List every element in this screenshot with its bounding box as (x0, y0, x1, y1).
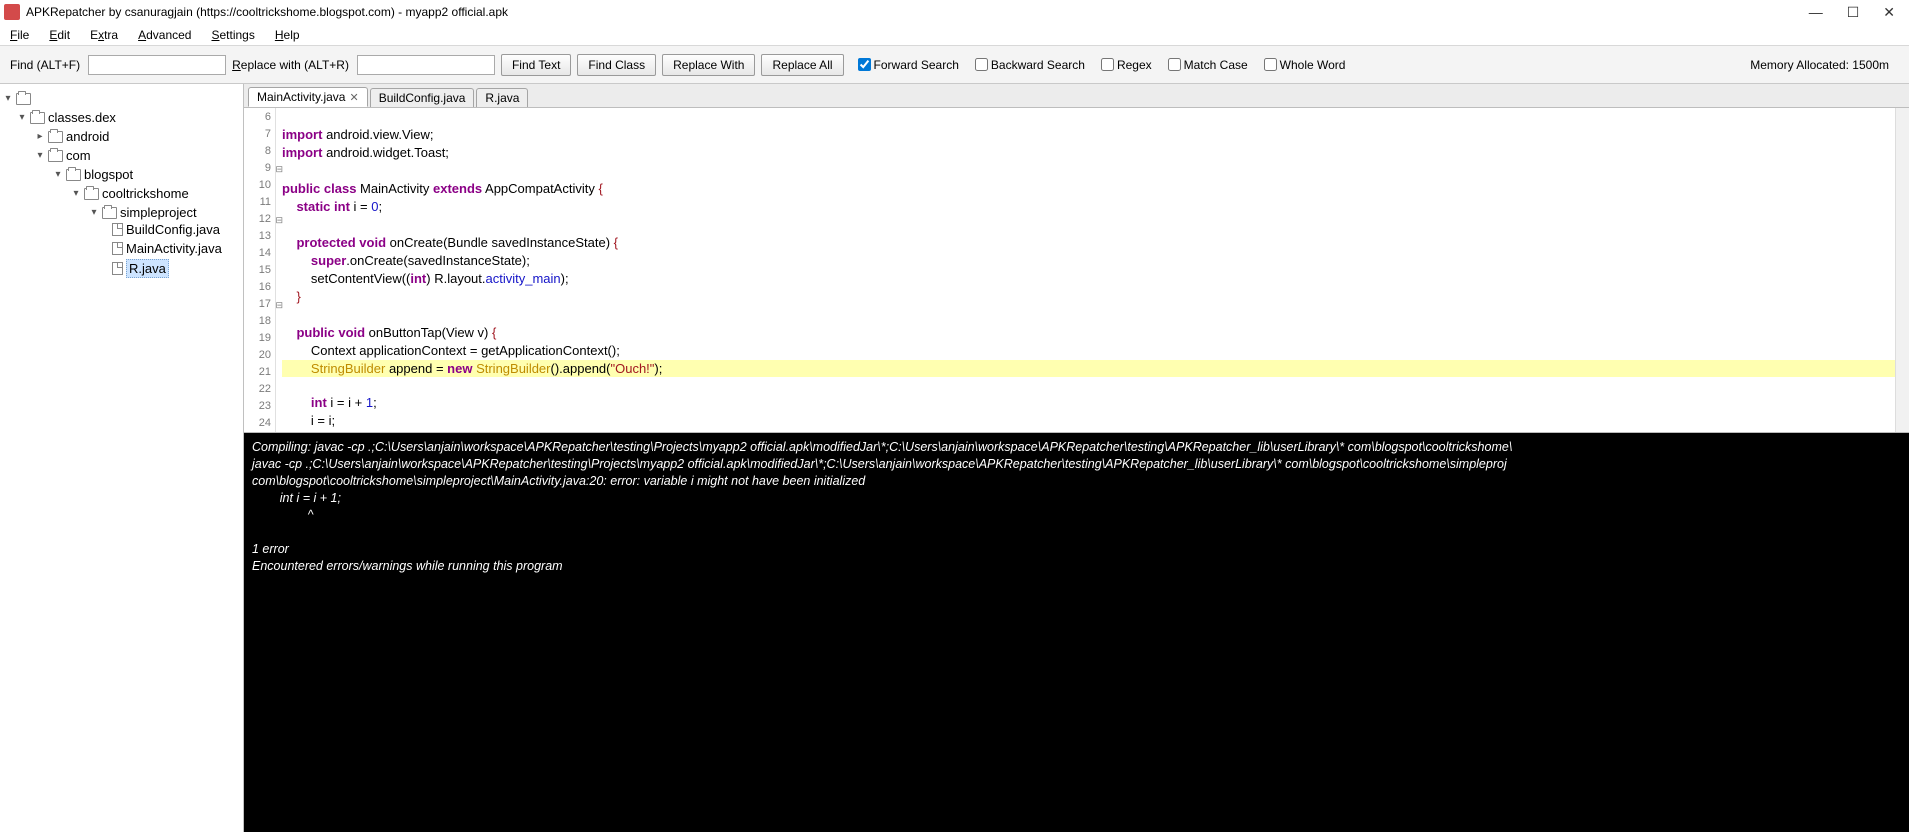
menu-advanced[interactable]: Advanced (134, 26, 195, 44)
scrollbar[interactable] (1895, 108, 1909, 432)
console-output[interactable]: Compiling: javac -cp .;C:\Users\anjain\w… (244, 433, 1909, 832)
tree-node-android[interactable]: ▸android (32, 128, 109, 145)
tab-r-java[interactable]: R.java (476, 88, 528, 107)
tree-node-com[interactable]: ▾com (32, 147, 91, 164)
tree-node-classes-dex[interactable]: ▾classes.dex (14, 109, 116, 126)
file-icon (112, 242, 123, 255)
code-area[interactable]: import android.view.View; import android… (276, 108, 1895, 432)
folder-icon (84, 188, 99, 200)
line-gutter: 6789101112131415161718192021222324 (244, 108, 276, 432)
replace-with-button[interactable]: Replace With (662, 54, 755, 76)
editor-pane: MainActivity.java✕ BuildConfig.java R.ja… (244, 84, 1909, 832)
workspace: ▾ ▾classes.dex ▸android ▾com ▾blogspot ▾… (0, 84, 1909, 832)
folder-icon (102, 207, 117, 219)
tree-file-buildconfig[interactable]: BuildConfig.java (110, 221, 220, 238)
find-class-button[interactable]: Find Class (577, 54, 656, 76)
menu-edit[interactable]: Edit (45, 26, 74, 44)
tree-file-r-java[interactable]: R.java (110, 259, 169, 278)
folder-icon (30, 112, 45, 124)
menu-extra[interactable]: Extra (86, 26, 122, 44)
memory-label: Memory Allocated: 1500m (1750, 58, 1899, 72)
file-icon (112, 262, 123, 275)
tree-node-simpleproject[interactable]: ▾simpleproject (86, 204, 197, 221)
find-text-button[interactable]: Find Text (501, 54, 571, 76)
window-controls: — ☐ ✕ (1809, 4, 1905, 21)
match-case-checkbox[interactable]: Match Case (1168, 58, 1248, 72)
tab-mainactivity[interactable]: MainActivity.java✕ (248, 87, 368, 107)
tree-node-blogspot[interactable]: ▾blogspot (50, 166, 133, 183)
find-label: Find (ALT+F) (10, 58, 80, 72)
editor-tabs: MainActivity.java✕ BuildConfig.java R.ja… (244, 84, 1909, 108)
find-toolbar: Find (ALT+F) Replace with (ALT+R) Find T… (0, 46, 1909, 84)
replace-all-button[interactable]: Replace All (761, 54, 843, 76)
tree-node-cooltrickshome[interactable]: ▾cooltrickshome (68, 185, 189, 202)
backward-search-checkbox[interactable]: Backward Search (975, 58, 1085, 72)
whole-word-checkbox[interactable]: Whole Word (1264, 58, 1346, 72)
project-tree[interactable]: ▾ ▾classes.dex ▸android ▾com ▾blogspot ▾… (0, 84, 244, 832)
find-input[interactable] (88, 55, 226, 75)
folder-icon (48, 150, 63, 162)
replace-input[interactable] (357, 55, 495, 75)
title-bar: APKRepatcher by csanuragjain (https://co… (0, 0, 1909, 24)
folder-icon (48, 131, 63, 143)
regex-checkbox[interactable]: Regex (1101, 58, 1152, 72)
menu-file[interactable]: File (6, 26, 33, 44)
forward-search-checkbox[interactable]: Forward Search (858, 58, 959, 72)
folder-icon (66, 169, 81, 181)
expander-icon[interactable]: ▾ (2, 90, 14, 107)
menu-bar: File Edit Extra Advanced Settings Help (0, 24, 1909, 46)
app-icon (4, 4, 20, 20)
maximize-button[interactable]: ☐ (1847, 4, 1860, 21)
close-button[interactable]: ✕ (1883, 4, 1895, 21)
close-icon[interactable]: ✕ (349, 91, 358, 104)
tree-file-mainactivity[interactable]: MainActivity.java (110, 240, 222, 257)
menu-help[interactable]: Help (271, 26, 304, 44)
code-editor[interactable]: 6789101112131415161718192021222324 impor… (244, 108, 1909, 433)
replace-label: Replace with (ALT+R) (232, 58, 349, 72)
minimize-button[interactable]: — (1809, 4, 1823, 21)
file-icon (112, 223, 123, 236)
tab-buildconfig[interactable]: BuildConfig.java (370, 88, 475, 107)
window-title: APKRepatcher by csanuragjain (https://co… (26, 5, 1809, 19)
folder-icon (16, 93, 31, 105)
menu-settings[interactable]: Settings (207, 26, 258, 44)
